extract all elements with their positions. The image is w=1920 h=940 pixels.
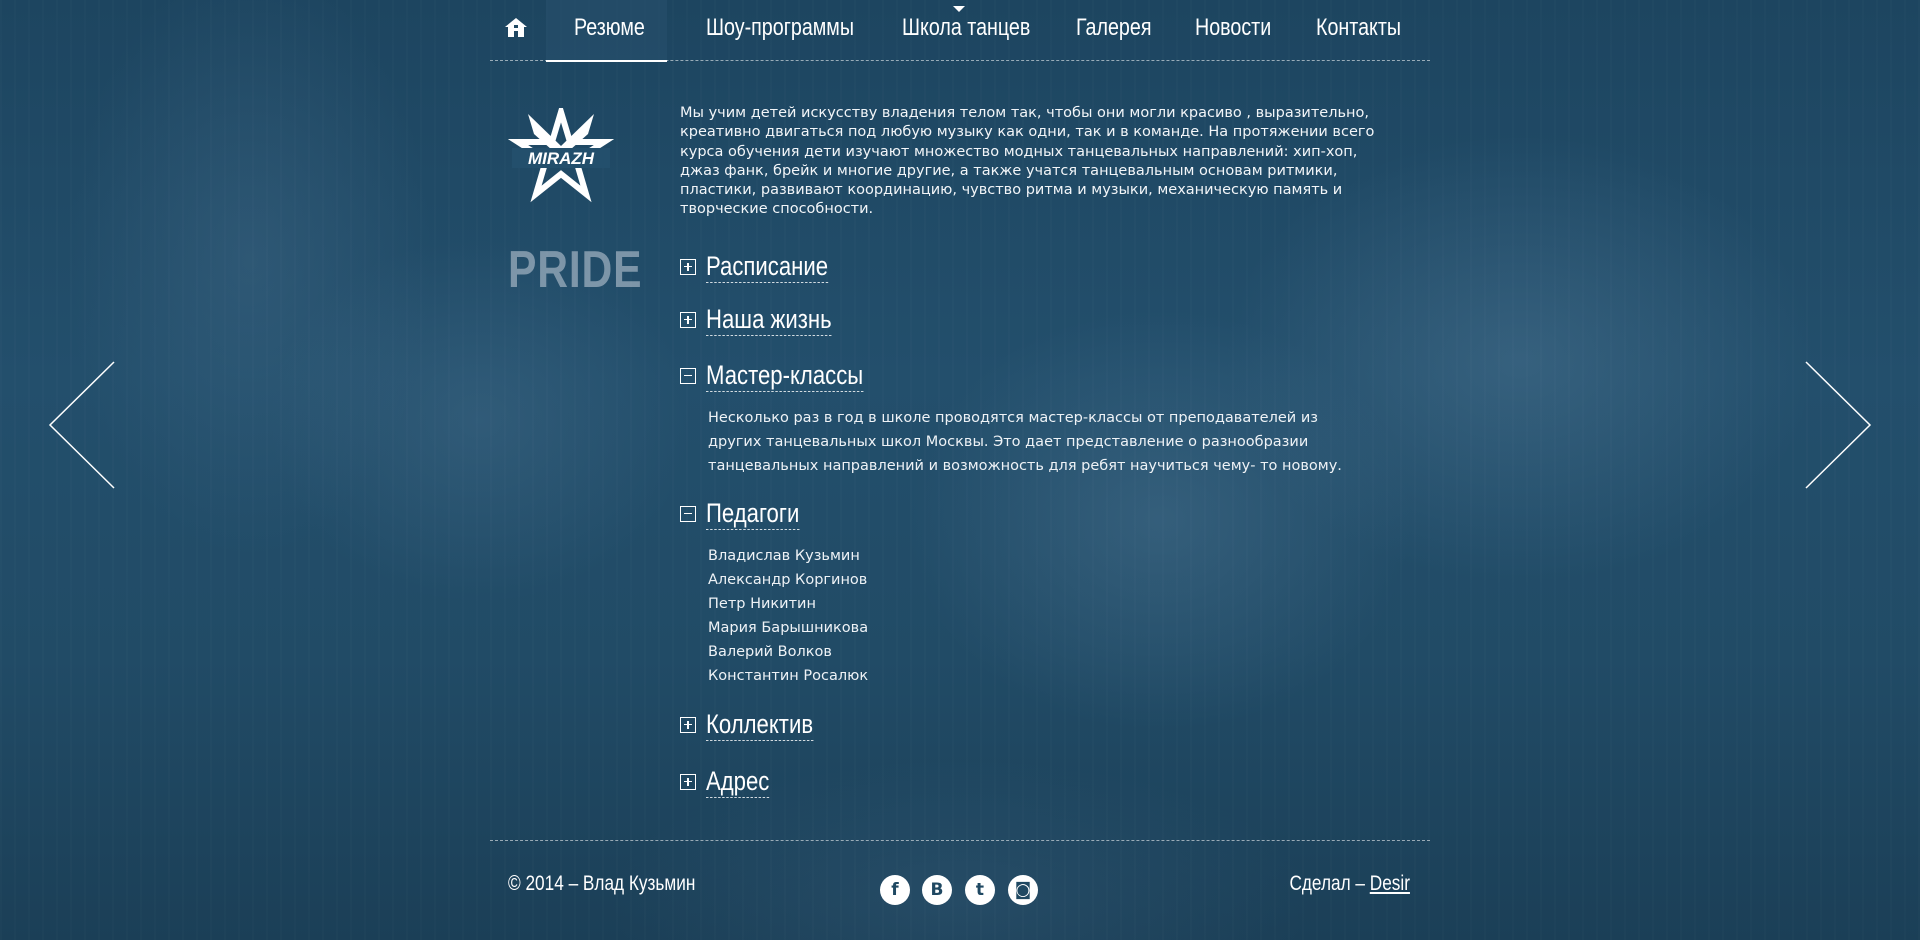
- intro-text: Мы учим детей искусству владения телом т…: [680, 105, 1375, 218]
- footer-divider: [490, 840, 1430, 841]
- teacher-name: Петр Никитин: [708, 596, 816, 612]
- accordion-schedule[interactable]: Расписание: [680, 250, 855, 283]
- accordion-address[interactable]: Адрес: [680, 765, 783, 798]
- nav-item-shows[interactable]: Шоу-программы: [706, 0, 854, 59]
- main-nav: Резюме Шоу-программы Школа танцев Галере…: [490, 0, 1430, 62]
- accordion-our-life[interactable]: Наша жизнь: [680, 303, 859, 336]
- nav-item-contacts[interactable]: Контакты: [1316, 0, 1401, 59]
- expand-plus-icon: [680, 258, 696, 275]
- brand-subtitle: PRIDE: [508, 241, 643, 299]
- prev-slide-arrow-icon[interactable]: [46, 360, 116, 490]
- teachers-list: Владислав Кузьмин Александр Коргинов Пет…: [708, 544, 868, 688]
- collapse-minus-icon: [680, 505, 696, 522]
- footer-made-by: Сделал – Desir: [1289, 872, 1410, 896]
- nav-item-news[interactable]: Новости: [1195, 0, 1271, 59]
- made-by-link[interactable]: Desir: [1370, 872, 1410, 895]
- teacher-name: Александр Коргинов: [708, 572, 868, 588]
- nav-item-gallery[interactable]: Галерея: [1076, 0, 1151, 59]
- accordion-teachers[interactable]: Педагоги: [680, 497, 820, 530]
- accordion-title: Расписание: [706, 251, 829, 283]
- expand-plus-icon: [680, 311, 696, 328]
- master-classes-text: Несколько раз в год в школе проводятся м…: [708, 410, 1342, 474]
- expand-plus-icon: [680, 773, 696, 790]
- accordion-title: Наша жизнь: [706, 304, 832, 336]
- teacher-name: Константин Росалюк: [708, 668, 869, 684]
- nav-item-resume[interactable]: Резюме: [574, 0, 645, 59]
- next-slide-arrow-icon[interactable]: [1804, 360, 1874, 490]
- collapse-minus-icon: [680, 367, 696, 384]
- teacher-name: Валерий Волков: [708, 644, 832, 660]
- expand-plus-icon: [680, 716, 696, 733]
- teacher-name: Мария Барышникова: [708, 620, 869, 636]
- instagram-icon[interactable]: ◙: [1008, 875, 1038, 905]
- accordion-master-classes[interactable]: Мастер-классы: [680, 359, 898, 392]
- accordion-title: Коллектив: [706, 709, 814, 741]
- vk-icon[interactable]: B: [922, 875, 952, 905]
- accordion-collective[interactable]: Коллектив: [680, 708, 837, 741]
- accordion-title: Мастер-классы: [706, 360, 864, 392]
- mirazh-logo: MIRAZH: [508, 108, 614, 203]
- twitter-icon[interactable]: t: [965, 875, 995, 905]
- accordion-title: Педагоги: [706, 498, 800, 530]
- made-by-prefix: Сделал –: [1289, 872, 1370, 895]
- footer-copyright: © 2014 – Влад Кузьмин: [508, 872, 696, 895]
- accordion-title: Адрес: [706, 766, 770, 798]
- teacher-name: Владислав Кузьмин: [708, 548, 860, 564]
- facebook-icon[interactable]: f: [880, 875, 910, 905]
- home-icon[interactable]: [502, 14, 530, 42]
- svg-text:MIRAZH: MIRAZH: [528, 149, 595, 168]
- nav-item-dance-school[interactable]: Школа танцев: [902, 0, 1030, 59]
